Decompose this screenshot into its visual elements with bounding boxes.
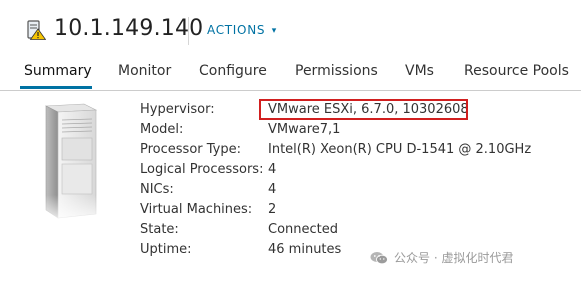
active-tab-indicator bbox=[20, 86, 92, 89]
property-state: State: Connected bbox=[140, 222, 560, 242]
property-value: Intel(R) Xeon(R) CPU D-1541 @ 2.10GHz bbox=[268, 142, 532, 157]
tab-configure[interactable]: Configure bbox=[199, 63, 267, 79]
wechat-icon bbox=[370, 251, 388, 264]
tab-monitor[interactable]: Monitor bbox=[118, 63, 171, 79]
property-value: 46 minutes bbox=[268, 242, 342, 257]
property-label: Logical Processors: bbox=[140, 162, 264, 177]
chevron-down-icon: ▾ bbox=[271, 26, 277, 36]
property-label: Processor Type: bbox=[140, 142, 241, 157]
property-model: Model: VMware7,1 bbox=[140, 122, 560, 142]
property-nics: NICs: 4 bbox=[140, 182, 560, 202]
property-label: NICs: bbox=[140, 182, 174, 197]
watermark: 公众号 · 虚拟化时代君 bbox=[370, 249, 513, 266]
property-value: 4 bbox=[268, 162, 277, 177]
host-warning-icon bbox=[27, 20, 46, 40]
property-value: 2 bbox=[268, 202, 277, 217]
tab-vms[interactable]: VMs bbox=[405, 63, 434, 79]
property-logical-processors: Logical Processors: 4 bbox=[140, 162, 560, 182]
server-tower-image bbox=[38, 103, 100, 225]
property-value: Connected bbox=[268, 222, 339, 237]
property-label: Hypervisor: bbox=[140, 102, 215, 117]
tab-permissions[interactable]: Permissions bbox=[295, 63, 378, 79]
actions-menu-button[interactable]: ACTIONS ▾ bbox=[207, 23, 277, 37]
tab-resource-pools[interactable]: Resource Pools bbox=[464, 63, 569, 79]
header-divider bbox=[188, 17, 189, 45]
property-label: Virtual Machines: bbox=[140, 202, 253, 217]
hypervisor-highlight-box bbox=[259, 99, 468, 120]
property-label: State: bbox=[140, 222, 179, 237]
property-label: Model: bbox=[140, 122, 184, 137]
page-title: 10.1.149.140 bbox=[54, 16, 204, 41]
property-virtual-machines: Virtual Machines: 2 bbox=[140, 202, 560, 222]
tab-bar: Summary Monitor Configure Permissions VM… bbox=[0, 56, 581, 91]
property-value: VMware7,1 bbox=[268, 122, 341, 137]
watermark-text: 公众号 · 虚拟化时代君 bbox=[394, 251, 514, 265]
tab-summary[interactable]: Summary bbox=[24, 63, 92, 79]
property-value: 4 bbox=[268, 182, 277, 197]
property-processor-type: Processor Type: Intel(R) Xeon(R) CPU D-1… bbox=[140, 142, 560, 162]
object-header: 10.1.149.140 ACTIONS ▾ bbox=[0, 0, 581, 60]
actions-label: ACTIONS bbox=[207, 23, 266, 37]
property-label: Uptime: bbox=[140, 242, 192, 257]
